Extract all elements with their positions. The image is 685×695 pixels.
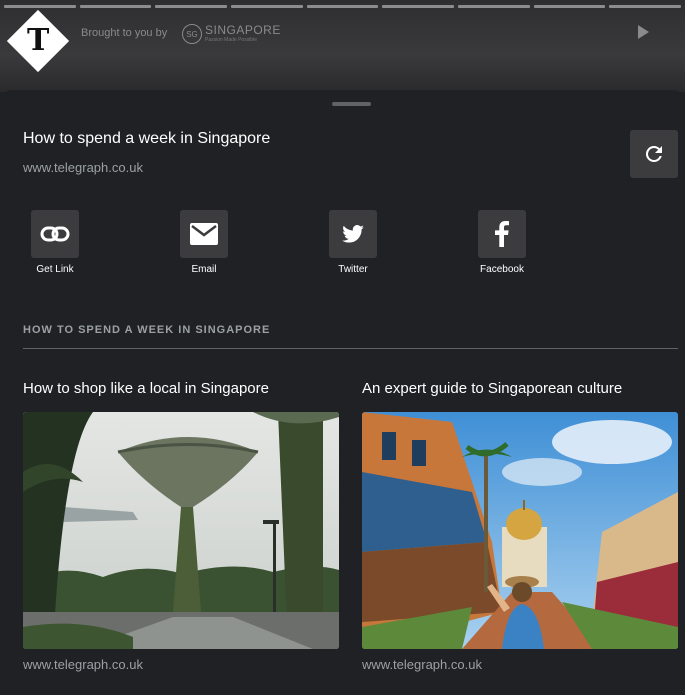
share-get-link-button[interactable]: Get Link [5,210,105,275]
related-section-heading: HOW TO SPEND A WEEK IN SINGAPORE [23,324,271,336]
progress-segment [306,5,379,8]
share-facebook-button[interactable]: Facebook [452,210,552,275]
share-twitter-button[interactable]: Twitter [303,210,403,275]
progress-segment [79,5,152,8]
story-top-bar: T Brought to you by SG SINGAPORE Passion… [0,0,685,92]
progress-segment [231,5,303,8]
sheet-drag-handle[interactable] [332,102,371,106]
share-label: Twitter [338,264,368,275]
story-domain: www.telegraph.co.uk [23,160,143,175]
progress-segment [382,5,455,8]
refresh-button[interactable] [630,130,678,178]
story-progress-bar [4,5,682,8]
card-domain: www.telegraph.co.uk [362,657,482,672]
sponsor-logo-icon: SG [182,24,202,44]
progress-segment [4,5,76,8]
sponsor-name: SINGAPORE [205,23,281,37]
share-label: Facebook [480,264,524,275]
twitter-icon [342,225,364,243]
share-label: Email [191,264,217,275]
progress-segment [609,5,682,8]
facebook-icon [495,221,509,247]
progress-segment [533,5,606,8]
link-icon [40,226,70,242]
card-title: How to shop like a local in Singapore [23,380,269,397]
share-label: Get Link [36,264,74,275]
card-domain: www.telegraph.co.uk [23,657,143,672]
sponsor-tagline: Passion Made Possible [205,37,257,43]
logo-letter: T [26,22,50,58]
share-email-button[interactable]: Email [154,210,254,275]
story-title: How to spend a week in Singapore [23,130,271,147]
related-story-card[interactable]: How to shop like a local in Singapore ww… [23,380,339,672]
card-image-supertrees [23,412,339,649]
progress-segment [458,5,530,8]
email-icon [190,223,218,245]
card-title: An expert guide to Singaporean culture [362,380,623,397]
progress-segment [155,5,228,8]
card-image-kampong-glam [362,412,678,649]
brought-to-you-by: Brought to you by [81,27,168,39]
section-divider [23,348,678,349]
related-story-card[interactable]: An expert guide to Singaporean culture w… [362,380,678,672]
play-icon[interactable] [638,25,649,39]
share-sheet: How to spend a week in Singapore www.tel… [0,90,685,695]
telegraph-logo[interactable]: T [6,9,70,73]
refresh-icon [645,145,662,162]
